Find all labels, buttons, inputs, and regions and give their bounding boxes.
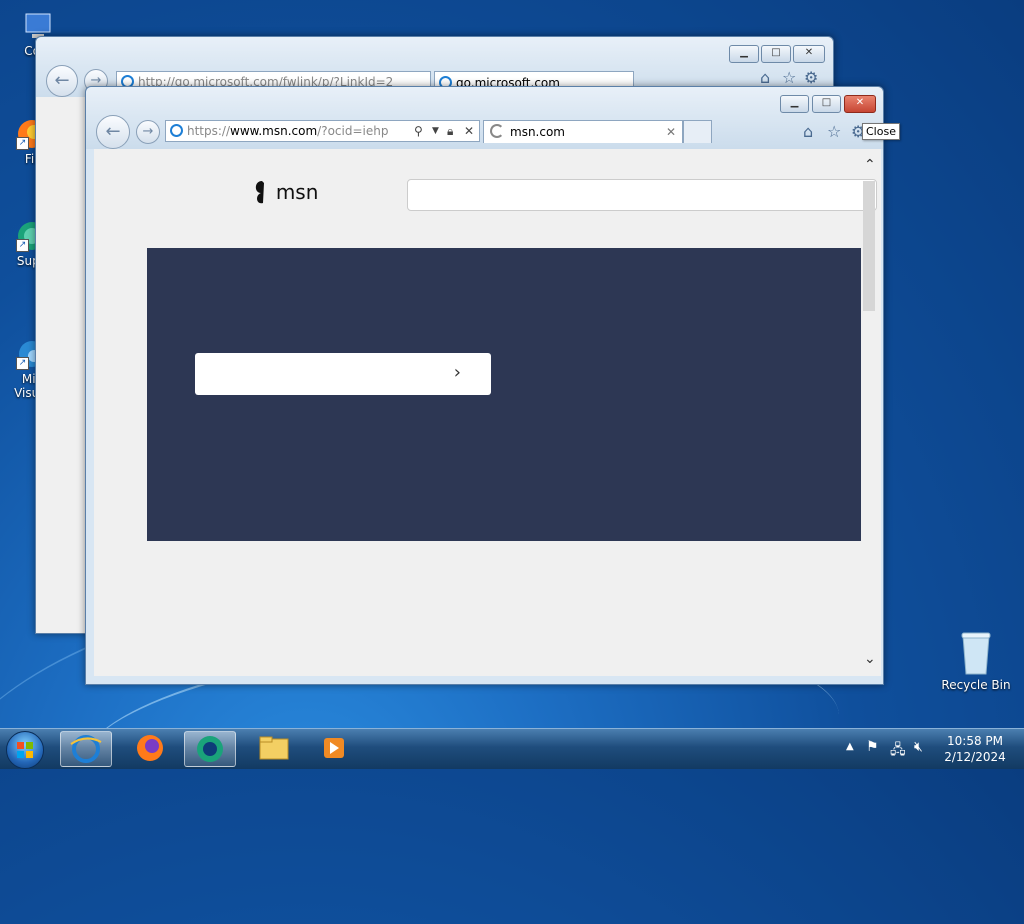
action-center-flag-icon[interactable]: ⚑ <box>866 739 879 755</box>
ie-window-front[interactable]: ▁ □ ✕ ← → https://www.msn.com/?ocid=iehp… <box>85 86 884 685</box>
taskbar-firefox-button[interactable] <box>124 731 176 767</box>
scroll-down-arrow-icon[interactable]: ⌄ <box>864 651 876 667</box>
media-player-icon <box>324 738 344 758</box>
taskbar: ▲ ⚑ 🖧︎ 🔇︎ 10:58 PM 2/12/2024 <box>0 728 1024 769</box>
back-button[interactable]: ← <box>96 115 130 149</box>
tab-title: msn.com <box>510 125 565 139</box>
page-viewport: msn › ⌃ ⌄ <box>94 149 881 676</box>
show-hidden-icons-arrow[interactable]: ▲ <box>846 741 854 752</box>
home-icon[interactable]: ⌂ <box>760 68 770 87</box>
chevron-right-icon: › <box>453 362 461 383</box>
scrollbar-thumb[interactable] <box>863 181 875 311</box>
maximize-button[interactable]: □ <box>812 95 841 113</box>
windows-logo-icon <box>17 742 33 758</box>
back-button[interactable]: ← <box>46 65 78 97</box>
clock-date: 2/12/2024 <box>944 750 1006 764</box>
search-input[interactable] <box>407 179 877 211</box>
address-bar[interactable]: https://www.msn.com/?ocid=iehp ⚲ ▼ 🔒︎ ✕ <box>165 120 480 142</box>
butterfly-icon <box>255 181 264 204</box>
back-window-command-bar: ⌂ ☆ ⚙ <box>760 62 856 87</box>
volume-muted-icon[interactable]: 🔇︎ <box>914 739 923 755</box>
taskbar-app-button[interactable] <box>184 731 236 767</box>
recycle-bin-icon <box>958 630 994 676</box>
search-icon[interactable]: ⚲ <box>414 121 423 141</box>
msn-logo[interactable]: msn <box>252 179 318 209</box>
scroll-up-arrow-icon[interactable]: ⌃ <box>864 157 876 173</box>
logo-text: msn <box>275 180 319 204</box>
shortcut-arrow-icon: ↗ <box>16 357 29 370</box>
minimize-button[interactable]: ▁ <box>780 95 809 113</box>
stop-icon[interactable]: ✕ <box>464 121 474 141</box>
clock[interactable]: 10:58 PM 2/12/2024 <box>940 733 1010 765</box>
desktop-icon-recycle-bin[interactable]: Recycle Bin <box>940 630 1012 692</box>
forward-button[interactable]: → <box>136 120 160 144</box>
hero-cta-button[interactable]: › <box>195 353 491 395</box>
address-path: /?ocid=iehp <box>317 124 389 138</box>
loading-spinner-icon <box>490 124 504 138</box>
network-icon[interactable]: 🖧︎ <box>890 739 906 763</box>
internet-explorer-icon <box>70 735 102 763</box>
address-prefix: https:// <box>187 124 231 138</box>
start-button[interactable] <box>6 731 44 769</box>
taskbar-ie-button[interactable] <box>60 731 112 767</box>
new-tab-button[interactable] <box>683 120 712 143</box>
gear-icon[interactable]: ⚙ <box>804 68 818 87</box>
shortcut-arrow-icon: ↗ <box>16 137 29 150</box>
address-domain: www.msn.com <box>230 124 318 138</box>
clock-time: 10:58 PM <box>947 734 1003 748</box>
favorites-star-icon[interactable]: ☆ <box>782 68 796 87</box>
tab-msn[interactable]: msn.com ✕ <box>483 120 683 143</box>
lock-icon[interactable]: 🔒︎ <box>447 121 453 141</box>
close-button[interactable]: ✕ <box>844 95 876 113</box>
taskbar-explorer-button[interactable] <box>248 731 300 767</box>
shortcut-arrow-icon: ↗ <box>16 239 29 252</box>
hero-banner: › <box>147 248 861 541</box>
vertical-scrollbar[interactable]: ⌃ ⌄ <box>861 157 879 671</box>
folder-icon <box>259 736 289 760</box>
dropdown-arrow-icon[interactable]: ▼ <box>432 121 439 141</box>
home-icon[interactable]: ⌂ <box>803 122 813 141</box>
desktop-icon-label: Recycle Bin <box>941 678 1011 692</box>
maximize-button[interactable]: □ <box>761 45 791 63</box>
app-globe-icon <box>197 736 223 762</box>
ie-page-icon <box>170 124 183 137</box>
close-tooltip: Close <box>862 123 900 140</box>
favorites-star-icon[interactable]: ☆ <box>827 122 841 141</box>
close-button[interactable]: ✕ <box>793 45 825 63</box>
tab-close-icon[interactable]: ✕ <box>666 121 676 143</box>
firefox-icon <box>137 735 163 761</box>
minimize-button[interactable]: ▁ <box>729 45 759 63</box>
taskbar-media-player-button[interactable] <box>308 731 360 767</box>
